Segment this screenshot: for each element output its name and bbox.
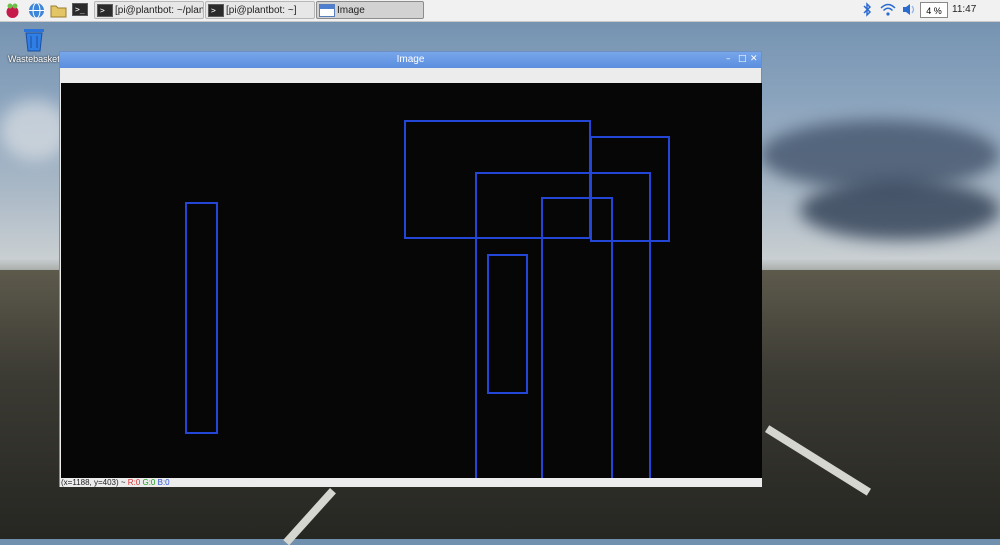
wastebasket-icon[interactable] bbox=[22, 26, 46, 52]
bluetooth-icon[interactable] bbox=[862, 2, 872, 20]
volume-icon[interactable] bbox=[901, 2, 917, 20]
task-image-window[interactable]: Image bbox=[316, 1, 424, 19]
file-manager-icon[interactable] bbox=[50, 2, 67, 19]
maximize-icon[interactable]: □ bbox=[738, 54, 747, 64]
web-browser-icon[interactable] bbox=[28, 2, 45, 19]
close-icon[interactable]: ✕ bbox=[750, 54, 758, 64]
terminal-icon: > bbox=[97, 3, 113, 17]
clock[interactable]: 11:47 bbox=[952, 4, 976, 15]
pixel-blue-value: B:0 bbox=[157, 478, 170, 487]
status-bar: (x=1188, y=403) ~ R:0 G:0 B:0 bbox=[60, 478, 762, 487]
cpu-usage-monitor[interactable]: 4 % bbox=[920, 2, 948, 18]
terminal-launcher-icon[interactable]: >_ bbox=[72, 2, 89, 19]
image-window: Image – □ ✕ (x=1188, y=403) ~ R:0 G:0 B:… bbox=[59, 51, 762, 487]
window-title: Image bbox=[396, 54, 425, 65]
window-toolbar bbox=[60, 68, 761, 82]
minimize-icon[interactable]: – bbox=[726, 54, 731, 64]
pixel-red-value: R:0 bbox=[127, 478, 141, 487]
terminal-icon: > bbox=[208, 3, 224, 17]
image-window-icon bbox=[319, 3, 335, 17]
task-label: [pi@plantbot: ~/plant... bbox=[115, 4, 204, 16]
bounding-box bbox=[541, 197, 613, 480]
cloud bbox=[760, 120, 1000, 190]
cursor-coordinates: (x=1188, y=403) ~ bbox=[61, 478, 128, 487]
task-label: [pi@plantbot: ~] bbox=[226, 4, 297, 16]
pixel-green-value: G:0 bbox=[142, 478, 156, 487]
raspberry-menu-icon[interactable] bbox=[4, 2, 21, 19]
cloud bbox=[800, 180, 1000, 240]
wastebasket-label: Wastebasket bbox=[8, 54, 60, 64]
taskbar: >_ > [pi@plantbot: ~/plant... > [pi@plan… bbox=[0, 0, 1000, 22]
task-label: Image bbox=[337, 4, 365, 16]
task-terminal-home[interactable]: > [pi@plantbot: ~] bbox=[205, 1, 315, 19]
task-terminal-plant[interactable]: > [pi@plantbot: ~/plant... bbox=[94, 1, 204, 19]
bounding-box bbox=[487, 254, 528, 394]
image-canvas[interactable] bbox=[61, 83, 762, 480]
wifi-icon[interactable] bbox=[880, 2, 896, 20]
window-titlebar[interactable]: Image – □ ✕ bbox=[60, 52, 761, 68]
bounding-box bbox=[185, 202, 218, 434]
